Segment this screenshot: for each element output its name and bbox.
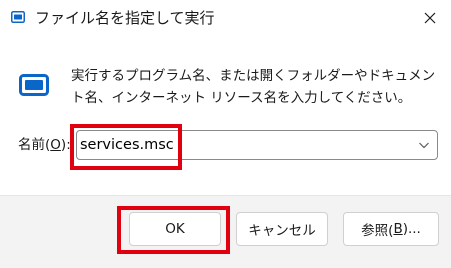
run-dialog: ファイル名を指定して実行 実行するプログラム名、または開くフォルダーやドキュメン… [0,0,451,268]
window-title: ファイル名を指定して実行 [35,9,215,27]
run-dialog-icon [19,74,49,96]
close-button[interactable] [409,0,451,36]
cancel-button[interactable]: キャンセル [236,212,328,246]
name-label: 名前(O): [18,136,71,154]
run-dialog-icon [11,11,25,23]
name-label-prefix: 名前( [18,137,51,153]
name-label-accesskey: O [50,137,61,153]
input-highlight-box [70,124,182,170]
ok-highlight-box [117,206,230,254]
title-bar: ファイル名を指定して実行 [0,0,451,38]
browse-label-suffix: )... [402,221,421,237]
browse-label-prefix: 参照( [361,223,394,239]
close-icon [424,12,436,24]
browse-button[interactable]: 参照(B)... [343,212,439,246]
browse-label-accesskey: B [393,221,403,237]
description-text: 実行するプログラム名、または開くフォルダーやドキュメント名、インターネット リソ… [71,68,436,106]
chevron-down-icon[interactable] [416,137,432,153]
